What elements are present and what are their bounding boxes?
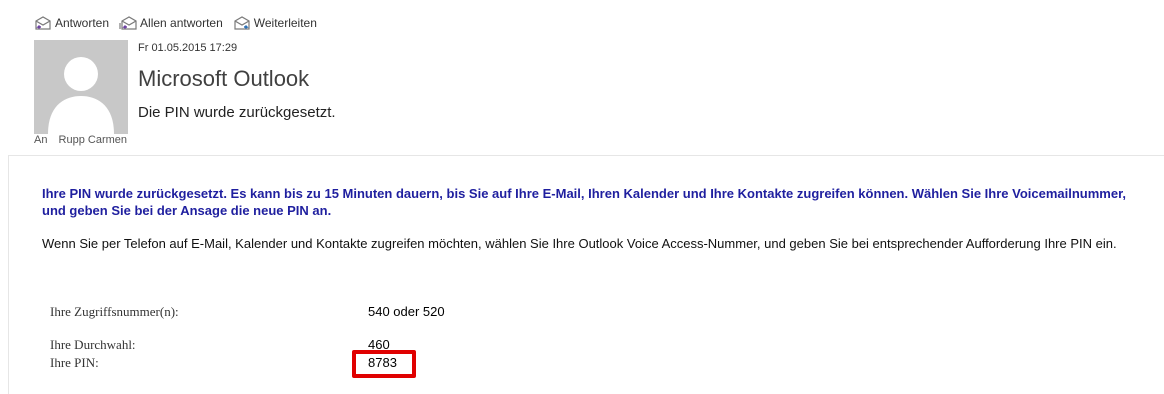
recipients: An Rupp Carmen	[34, 134, 127, 146]
action-bar: Antworten Allen antworten Weiterleiten	[34, 14, 327, 32]
subject-line: Die PIN wurde zurückgesetzt.	[138, 104, 336, 121]
access-number-label: Ihre Zugriffsnummer(n):	[50, 304, 179, 319]
sent-date: Fr 01.05.2015 17:29	[138, 42, 238, 54]
forward-label: Weiterleiten	[253, 16, 317, 30]
message-view: Antworten Allen antworten Weiterleiten F…	[0, 0, 1164, 394]
phone-access-instructions: Wenn Sie per Telefon auf E-Mail, Kalende…	[42, 236, 1117, 251]
reply-all-icon	[119, 15, 137, 31]
sender-name[interactable]: Microsoft Outlook	[138, 66, 309, 92]
reply-icon	[34, 15, 52, 31]
reply-button[interactable]: Antworten	[34, 15, 109, 31]
pin-reset-notice: Ihre PIN wurde zurückgesetzt. Es kann bi…	[42, 186, 1127, 218]
header-divider	[8, 155, 1164, 156]
person-placeholder-icon	[34, 40, 128, 134]
recipient-name[interactable]: Rupp Carmen	[59, 134, 127, 146]
forward-button[interactable]: Weiterleiten	[233, 15, 317, 31]
avatar	[34, 40, 128, 134]
body-left-border	[8, 156, 9, 394]
reply-label: Antworten	[55, 16, 110, 30]
reply-all-button[interactable]: Allen antworten	[119, 15, 223, 31]
reply-all-label: Allen antworten	[140, 16, 223, 30]
to-label: An	[34, 134, 48, 146]
extension-label: Ihre Durchwahl:	[50, 337, 136, 352]
pin-highlight-box	[352, 350, 416, 378]
access-number-value: 540 oder 520	[368, 304, 445, 319]
pin-label: Ihre PIN:	[50, 355, 99, 370]
forward-icon	[233, 15, 251, 31]
